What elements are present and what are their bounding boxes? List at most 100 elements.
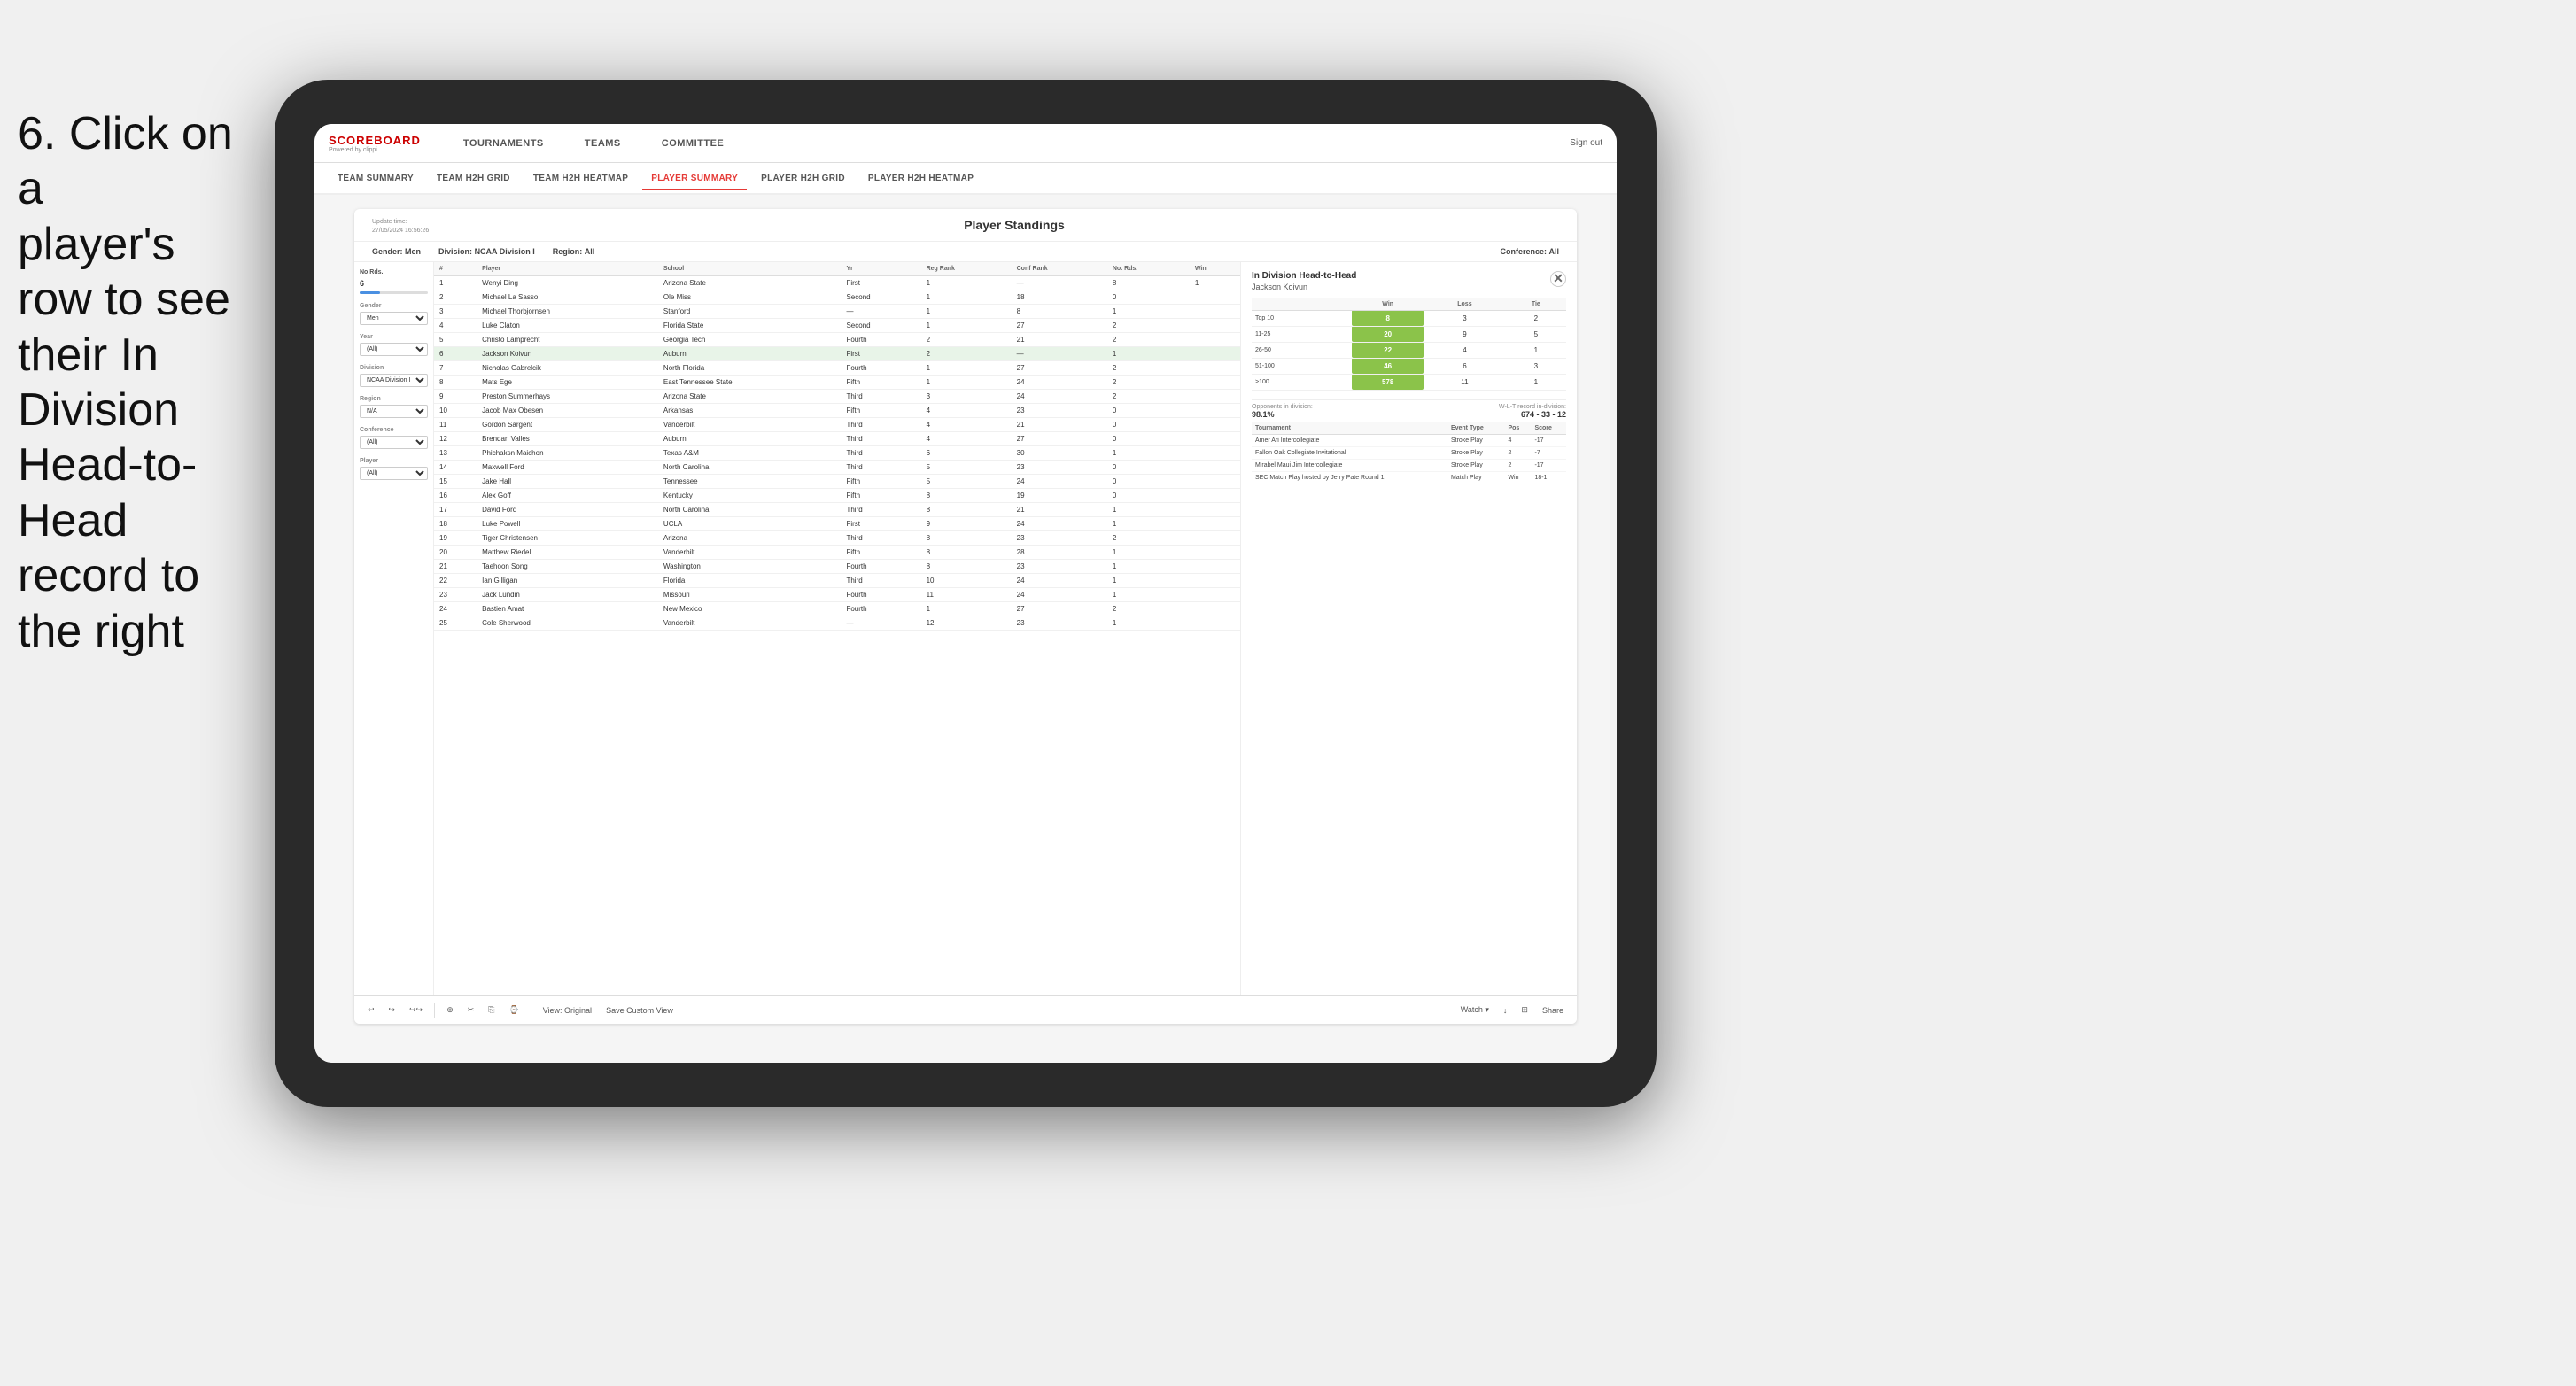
table-row[interactable]: 19 Tiger Christensen Arizona Third 8 23 … [434, 530, 1240, 545]
table-row[interactable]: 22 Ian Gilligan Florida Third 10 24 1 [434, 573, 1240, 587]
tab-player-h2h-grid[interactable]: PLAYER H2H GRID [752, 168, 854, 189]
add-button[interactable]: ⊕ [442, 1003, 458, 1018]
col-yr: Yr [841, 262, 920, 276]
view-original-button[interactable]: View: Original [539, 1003, 596, 1018]
tab-team-summary[interactable]: TEAM SUMMARY [329, 168, 423, 189]
cell-school: Stanford [658, 304, 842, 318]
col-score: Score [1531, 422, 1566, 435]
region-select[interactable]: N/A [360, 405, 428, 418]
cell-school: North Florida [658, 360, 842, 375]
h2h-rank-label: 11-25 [1252, 326, 1352, 342]
sidebar-filters: No Rds. 6 Gender Men [354, 262, 434, 995]
cell-win: 1 [1190, 275, 1240, 290]
table-row[interactable]: 21 Taehoon Song Washington Fourth 8 23 1 [434, 559, 1240, 573]
table-row[interactable]: 18 Luke Powell UCLA First 9 24 1 [434, 516, 1240, 530]
copy-button[interactable]: ⎘ [484, 1003, 499, 1018]
cell-conf-rank: 23 [1012, 530, 1107, 545]
cell-event-type: Stroke Play [1447, 446, 1505, 459]
cell-player: Wenyi Ding [477, 275, 658, 290]
grid-button[interactable]: ⊞ [1517, 1003, 1532, 1018]
filter-division: Division: NCAA Division I [438, 247, 535, 256]
year-select[interactable]: (All) [360, 343, 428, 356]
save-custom-view-button[interactable]: Save Custom View [601, 1003, 678, 1018]
table-row[interactable]: 9 Preston Summerhays Arizona State Third… [434, 389, 1240, 403]
cell-school: Kentucky [658, 488, 842, 502]
share-button[interactable]: Share [1538, 1003, 1568, 1018]
table-row[interactable]: 7 Nicholas Gabrelcik North Florida Fourt… [434, 360, 1240, 375]
tab-player-summary[interactable]: PLAYER SUMMARY [642, 168, 747, 190]
table-row[interactable]: 11 Gordon Sargent Vanderbilt Third 4 21 … [434, 417, 1240, 431]
tab-team-h2h-grid[interactable]: TEAM H2H GRID [428, 168, 519, 189]
table-row[interactable]: 12 Brendan Valles Auburn Third 4 27 0 [434, 431, 1240, 445]
conference-select[interactable]: (All) [360, 436, 428, 449]
cell-win [1190, 616, 1240, 630]
download-button[interactable]: ↓ [1499, 1003, 1512, 1018]
cell-reg-rank: 12 [921, 616, 1012, 630]
table-row[interactable]: 20 Matthew Riedel Vanderbilt Fifth 8 28 … [434, 545, 1240, 559]
cell-conf-rank: — [1012, 346, 1107, 360]
h2h-rank-row: >100 578 11 1 [1252, 374, 1566, 390]
table-row[interactable]: 13 Phichaksn Maichon Texas A&M Third 6 3… [434, 445, 1240, 460]
redo-button[interactable]: ↪ [384, 1003, 400, 1018]
tab-team-h2h-heatmap[interactable]: TEAM H2H HEATMAP [524, 168, 637, 189]
cell-event-type: Stroke Play [1447, 459, 1505, 471]
table-row[interactable]: 10 Jacob Max Obesen Arkansas Fifth 4 23 … [434, 403, 1240, 417]
undo-button[interactable]: ↩ [363, 1003, 379, 1018]
table-row[interactable]: 5 Christo Lamprecht Georgia Tech Fourth … [434, 332, 1240, 346]
table-row[interactable]: 1 Wenyi Ding Arizona State First 1 — 8 1 [434, 275, 1240, 290]
table-row[interactable]: 8 Mats Ege East Tennessee State Fifth 1 … [434, 375, 1240, 389]
cell-num: 8 [434, 375, 477, 389]
cell-player: Phichaksn Maichon [477, 445, 658, 460]
clock-button[interactable]: ⌚ [504, 1003, 523, 1018]
player-filter-label: Player [360, 458, 428, 464]
h2h-tie-cell: 2 [1506, 310, 1566, 326]
cell-no-rds: 1 [1107, 502, 1190, 516]
cell-yr: Second [841, 290, 920, 304]
gender-select[interactable]: Men [360, 312, 428, 325]
table-row[interactable]: 17 David Ford North Carolina Third 8 21 … [434, 502, 1240, 516]
table-row[interactable]: 25 Cole Sherwood Vanderbilt — 12 23 1 [434, 616, 1240, 630]
table-row[interactable]: 4 Luke Claton Florida State Second 1 27 … [434, 318, 1240, 332]
cell-school: Auburn [658, 346, 842, 360]
cell-reg-rank: 11 [921, 587, 1012, 601]
cut-button[interactable]: ✂ [463, 1003, 479, 1018]
nav-committee[interactable]: COMMITTEE [655, 135, 732, 152]
h2h-win-cell: 20 [1352, 326, 1424, 342]
cell-no-rds: 1 [1107, 445, 1190, 460]
cell-win [1190, 530, 1240, 545]
nav-teams[interactable]: TEAMS [578, 135, 628, 152]
wl-label: W-L-T record in-division: [1499, 404, 1566, 410]
table-row[interactable]: 15 Jake Hall Tennessee Fifth 5 24 0 [434, 474, 1240, 488]
col-event-type: Event Type [1447, 422, 1505, 435]
cell-yr: Third [841, 530, 920, 545]
cell-num: 12 [434, 431, 477, 445]
watch-button[interactable]: Watch ▾ [1456, 1003, 1494, 1018]
sign-out-button[interactable]: Sign out [1570, 138, 1602, 148]
h2h-close-button[interactable]: ✕ [1550, 271, 1566, 287]
nav-tournaments[interactable]: TOURNAMENTS [456, 135, 551, 152]
h2h-tournament-table: Tournament Event Type Pos Score Amer Ari… [1252, 422, 1566, 484]
table-row[interactable]: 3 Michael Thorbjornsen Stanford — 1 8 1 [434, 304, 1240, 318]
cell-num: 1 [434, 275, 477, 290]
cell-player: David Ford [477, 502, 658, 516]
table-row[interactable]: 6 Jackson Koivun Auburn First 2 — 1 [434, 346, 1240, 360]
tab-player-h2h-heatmap[interactable]: PLAYER H2H HEATMAP [859, 168, 982, 189]
table-row[interactable]: 23 Jack Lundin Missouri Fourth 11 24 1 [434, 587, 1240, 601]
division-select[interactable]: NCAA Division I [360, 374, 428, 387]
no-rds-slider[interactable] [360, 291, 428, 294]
cell-yr: Third [841, 445, 920, 460]
table-row[interactable]: 24 Bastien Amat New Mexico Fourth 1 27 2 [434, 601, 1240, 616]
cell-player: Mats Ege [477, 375, 658, 389]
h2h-col-rank [1252, 298, 1352, 311]
cell-score: -17 [1531, 434, 1566, 446]
cell-event-type: Match Play [1447, 471, 1505, 484]
table-row[interactable]: 2 Michael La Sasso Ole Miss Second 1 18 … [434, 290, 1240, 304]
table-row[interactable]: 16 Alex Goff Kentucky Fifth 8 19 0 [434, 488, 1240, 502]
player-select[interactable]: (All) [360, 467, 428, 480]
cell-yr: Second [841, 318, 920, 332]
redo-all-button[interactable]: ↪↪ [405, 1003, 427, 1018]
table-row[interactable]: 14 Maxwell Ford North Carolina Third 5 2… [434, 460, 1240, 474]
cell-reg-rank: 5 [921, 474, 1012, 488]
cell-reg-rank: 8 [921, 545, 1012, 559]
tournament-row: Fallon Oak Collegiate Invitational Strok… [1252, 446, 1566, 459]
